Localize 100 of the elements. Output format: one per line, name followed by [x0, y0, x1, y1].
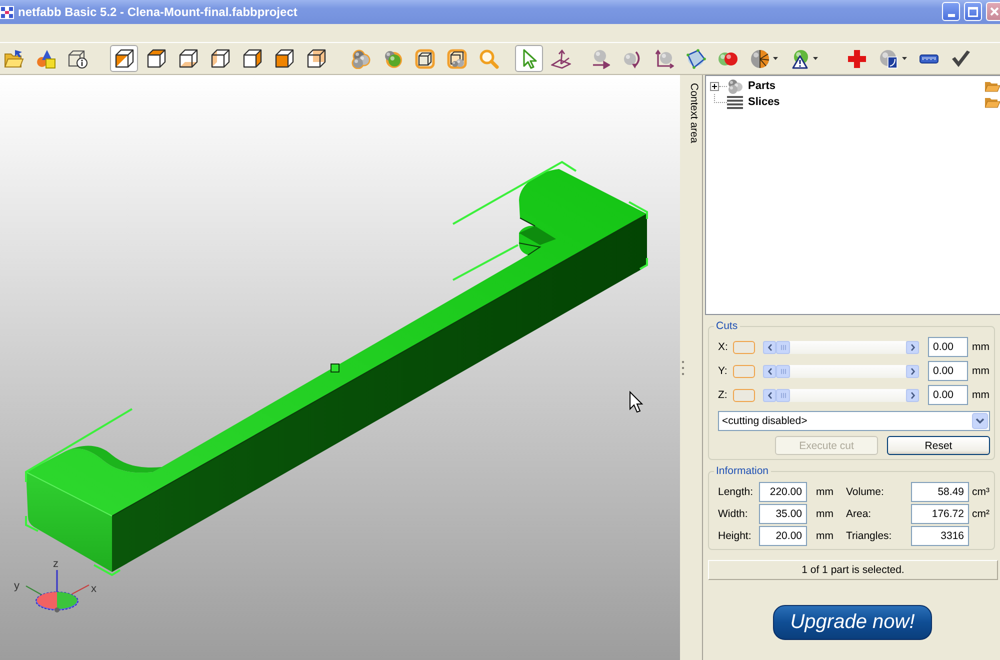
- layers-icon: [727, 96, 743, 108]
- slider-thumb[interactable]: [776, 364, 790, 378]
- cube-view-icon: [274, 48, 294, 68]
- value-field[interactable]: 58.49: [911, 482, 969, 502]
- slider-thumb[interactable]: [776, 340, 790, 354]
- unit-label: mm: [972, 365, 990, 377]
- minimize-icon: [948, 14, 954, 17]
- context-area-tab[interactable]: Context area: [686, 75, 701, 150]
- sphere-page-icon: [879, 48, 899, 68]
- action-button[interactable]: Reset: [887, 436, 990, 455]
- caret-icon: [813, 57, 818, 60]
- field-label: Height:: [718, 530, 752, 542]
- chevron-left-icon: [768, 344, 772, 350]
- spheres-icon: [351, 48, 371, 68]
- cut-plane-toggle[interactable]: [733, 364, 755, 378]
- value-field[interactable]: 0.00: [928, 385, 968, 405]
- expand-icon[interactable]: [710, 82, 719, 90]
- axis-label: x: [91, 583, 96, 595]
- chevron-left-icon: [768, 368, 772, 374]
- caret-icon: [773, 57, 778, 60]
- cube-icon: [415, 48, 435, 68]
- folder-icon: [4, 48, 24, 68]
- value-field[interactable]: 220.00: [759, 482, 807, 502]
- plane-axes-icon: [551, 48, 571, 68]
- caret-icon: [902, 57, 907, 60]
- cut-plane-toggle[interactable]: [733, 388, 755, 402]
- sphere-frame-icon: [686, 48, 706, 68]
- cube-info-icon: [68, 48, 88, 68]
- unit-label: cm³: [971, 486, 990, 498]
- field-label: Area:: [846, 508, 872, 520]
- cube-view-icon: [178, 48, 198, 68]
- value-field[interactable]: 176.72: [911, 504, 969, 524]
- tree-item[interactable]: Parts: [748, 80, 776, 92]
- cube-view-icon: [306, 48, 326, 68]
- sphere-pair-icon: [383, 48, 403, 68]
- scroll-right-button[interactable]: [906, 340, 919, 354]
- field-label: Width:: [718, 508, 749, 520]
- segmented-sphere-icon: [750, 48, 770, 68]
- scroll-right-button[interactable]: [906, 364, 919, 378]
- selection-status: 1 of 1 part is selected.: [708, 560, 998, 580]
- value-field[interactable]: 20.00: [759, 526, 807, 546]
- sphere-arrow-icon: [590, 48, 610, 68]
- group-title: Cuts: [715, 320, 739, 332]
- plus-icon: [847, 48, 867, 68]
- value-field[interactable]: 35.00: [759, 504, 807, 524]
- field-label: Triangles:: [846, 530, 893, 542]
- cut-mode-dropdown[interactable]: <cutting disabled>: [718, 411, 990, 431]
- slider-thumb[interactable]: [776, 388, 790, 402]
- cube-view-icon: [114, 48, 134, 68]
- folder-icon[interactable]: [985, 80, 1000, 92]
- tree-item[interactable]: Slices: [748, 96, 780, 108]
- chevron-right-icon: [910, 344, 914, 350]
- scroll-left-button[interactable]: [763, 340, 776, 354]
- cube-view-icon: [210, 48, 230, 68]
- axis-label: Y:: [718, 365, 728, 377]
- checkmark-icon: [951, 48, 971, 68]
- cube-spheres-icon: [447, 48, 467, 68]
- warning-sphere-icon: [790, 48, 810, 68]
- 3d-viewport[interactable]: z y x: [0, 75, 680, 660]
- unit-label: mm: [815, 530, 834, 542]
- window-title: netfabb Basic 5.2 - Clena-Mount-final.fabbproject: [18, 5, 298, 19]
- shapes-icon: [36, 48, 56, 68]
- field-label: Length:: [718, 486, 754, 498]
- maximize-button[interactable]: [964, 2, 982, 21]
- cube-view-icon: [242, 48, 262, 68]
- maximize-icon: [968, 6, 978, 16]
- value-field[interactable]: 3316: [911, 526, 969, 546]
- upgrade-button[interactable]: Upgrade now!: [773, 605, 932, 640]
- value-field[interactable]: 0.00: [928, 361, 968, 381]
- unit-label: mm: [972, 389, 990, 401]
- magnifier-icon: [479, 48, 499, 68]
- value-field[interactable]: 0.00: [928, 337, 968, 357]
- axis-gizmo-icon: [26, 570, 90, 612]
- scroll-right-button[interactable]: [906, 388, 919, 402]
- chevron-right-icon: [910, 392, 914, 398]
- field-label: Volume:: [846, 486, 885, 498]
- minimize-button[interactable]: [942, 2, 960, 21]
- chevron-left-icon: [768, 392, 772, 398]
- scroll-left-button[interactable]: [763, 388, 776, 402]
- unit-label: cm²: [971, 508, 990, 520]
- group-title: Information: [715, 465, 770, 477]
- chevron-right-icon: [910, 368, 914, 374]
- axis-label: z: [53, 558, 58, 570]
- square-handle-icon[interactable]: [330, 364, 340, 372]
- toolbar-button[interactable]: [110, 45, 138, 72]
- unit-label: mm: [815, 486, 834, 498]
- spheres-icon: [727, 78, 743, 94]
- close-icon: [990, 7, 999, 16]
- app-icon: [0, 6, 14, 18]
- sphere-curved-arrow-icon: [622, 48, 642, 68]
- cube-view-icon: [146, 48, 166, 68]
- unit-label: mm: [972, 341, 990, 353]
- close-button[interactable]: [986, 2, 1000, 21]
- folder-icon[interactable]: [985, 96, 1000, 108]
- mouse-pointer-icon: [630, 390, 644, 413]
- cut-plane-toggle[interactable]: [733, 340, 755, 354]
- axis-label: y: [14, 580, 20, 592]
- unit-label: mm: [815, 508, 834, 520]
- chevron-down-icon: [972, 413, 988, 429]
- scroll-left-button[interactable]: [763, 364, 776, 378]
